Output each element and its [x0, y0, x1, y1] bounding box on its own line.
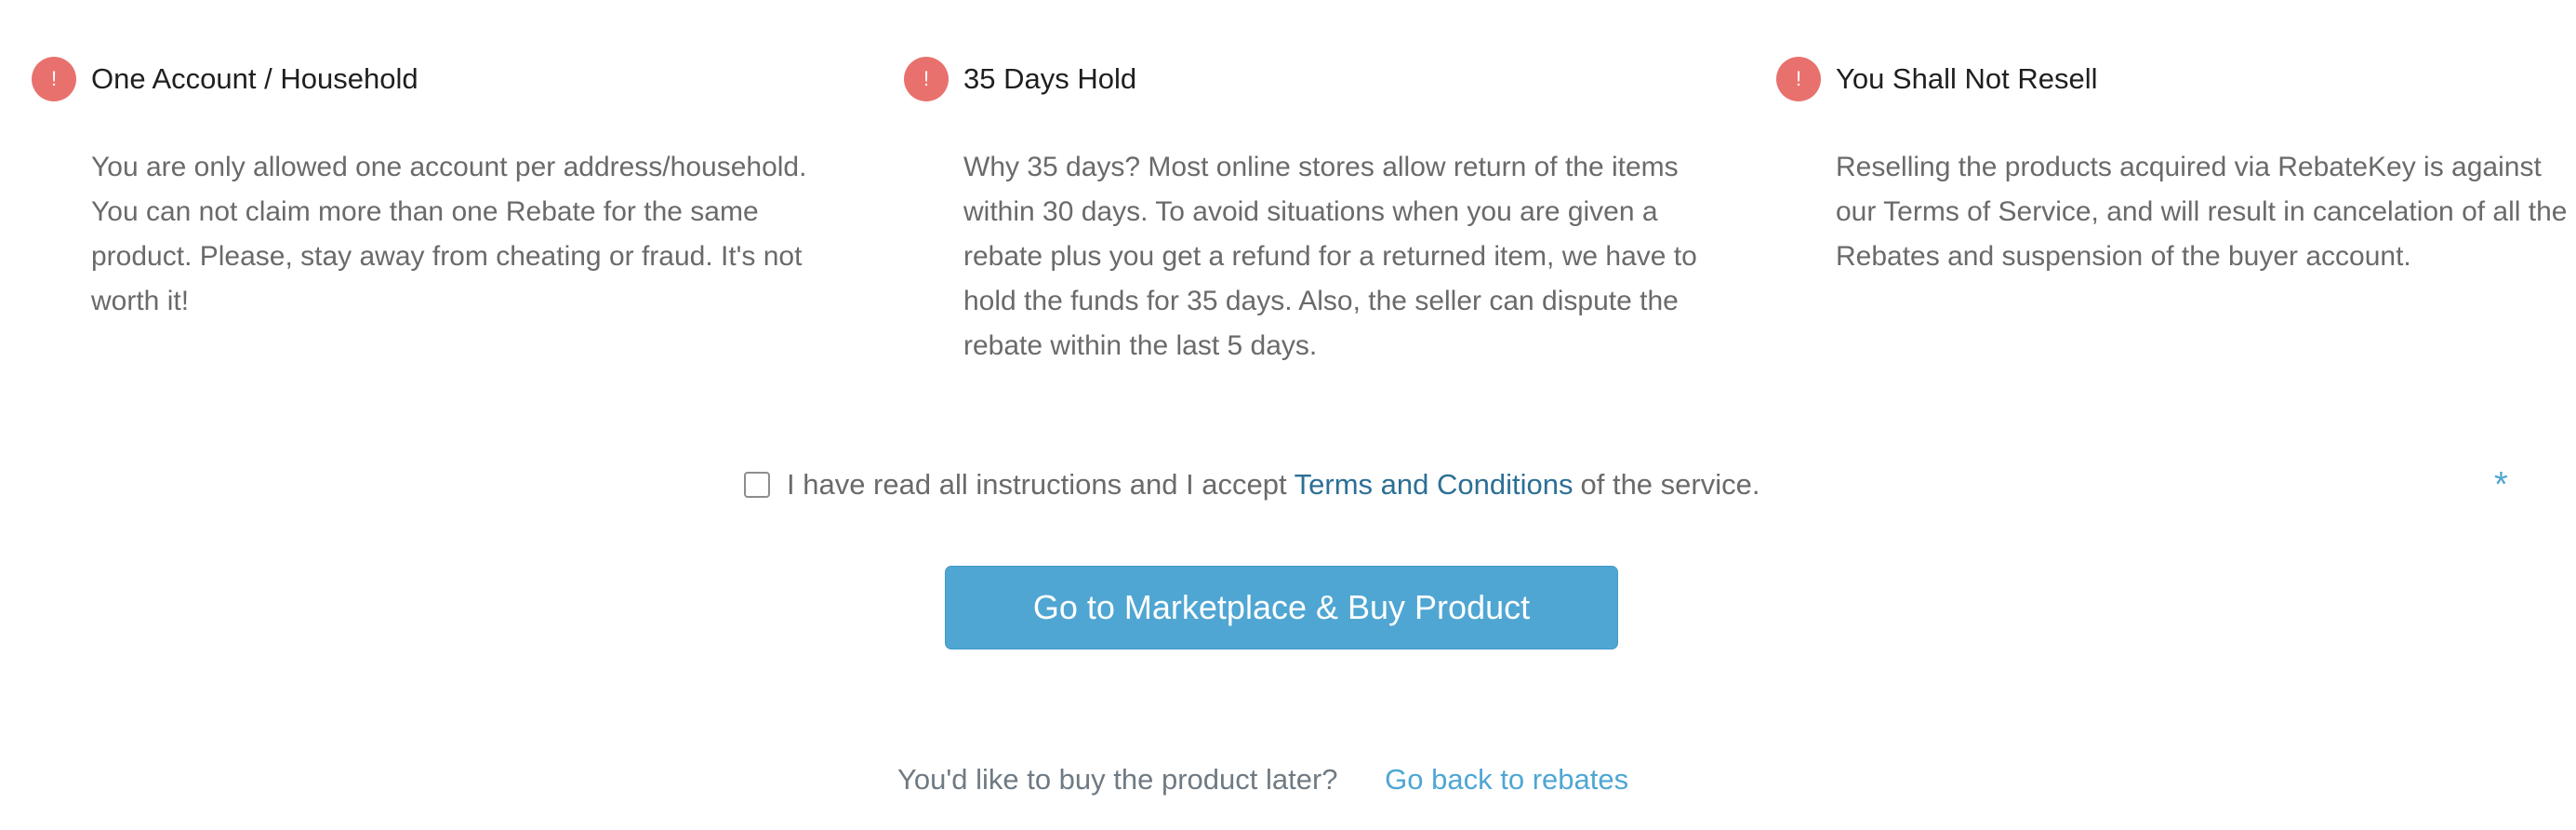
- accept-terms-checkbox[interactable]: [744, 472, 770, 498]
- terms-agreement: I have read all instructions and I accep…: [744, 468, 1759, 502]
- rule-one-account: ! One Account / Household You are only a…: [32, 56, 831, 324]
- exclamation-circle-icon: !: [1776, 57, 1821, 101]
- required-asterisk-icon: *: [2494, 465, 2508, 504]
- agreement-suffix: of the service.: [1580, 468, 1760, 501]
- rule-title: 35 Days Hold: [963, 62, 1137, 95]
- exclamation-circle-icon: !: [904, 57, 949, 101]
- buy-later-row: You'd like to buy the product later? Go …: [897, 763, 1628, 797]
- rule-title: You Shall Not Resell: [1836, 62, 2098, 95]
- exclamation-circle-icon: !: [32, 57, 76, 101]
- rule-description: Why 35 days? Most online stores allow re…: [963, 152, 1697, 361]
- rule-header: ! You Shall Not Resell: [1776, 56, 2576, 102]
- rule-description: You are only allowed one account per add…: [91, 152, 807, 316]
- go-back-to-rebates-link[interactable]: Go back to rebates: [1385, 763, 1628, 796]
- buy-later-question: You'd like to buy the product later?: [897, 763, 1338, 796]
- rule-description: Reselling the products acquired via Reba…: [1836, 152, 2568, 272]
- rule-35-days-hold: ! 35 Days Hold Why 35 days? Most online …: [904, 56, 1704, 368]
- terms-and-conditions-link[interactable]: Terms and Conditions: [1295, 468, 1573, 502]
- go-to-marketplace-button[interactable]: Go to Marketplace & Buy Product: [945, 566, 1618, 649]
- rule-header: ! 35 Days Hold: [904, 56, 1704, 102]
- rule-header: ! One Account / Household: [32, 56, 831, 102]
- rule-no-resell: ! You Shall Not Resell Reselling the pro…: [1776, 56, 2576, 279]
- rule-title: One Account / Household: [91, 62, 418, 95]
- agreement-prefix: I have read all instructions and I accep…: [787, 468, 1287, 501]
